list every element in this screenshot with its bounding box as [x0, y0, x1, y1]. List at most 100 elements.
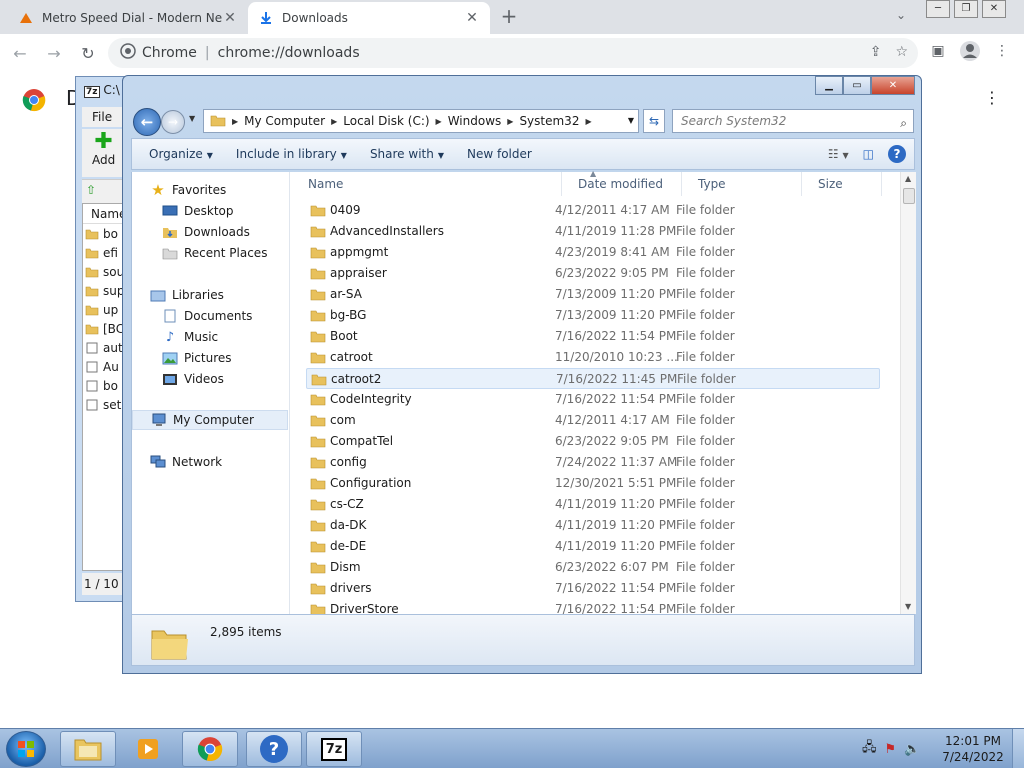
column-header-name[interactable]: Name	[292, 172, 562, 196]
file-date: 4/11/2019 11:28 PM	[555, 224, 677, 238]
back-arrow-icon[interactable]: ←	[133, 108, 161, 136]
address-row: ← → ▼ ▶ My Computer ▶ Local Disk (C:) ▶ …	[131, 106, 915, 136]
add-button[interactable]: ✚ Add	[92, 131, 115, 168]
file-row[interactable]: ar-SA 7/13/2009 11:20 PM File folder	[306, 284, 880, 305]
breadcrumb-windows[interactable]: Windows	[448, 114, 502, 128]
close-button[interactable]: ✕	[871, 76, 915, 95]
refresh-icon[interactable]: ⇆	[643, 109, 665, 133]
nav-favorites[interactable]: ★ Favorites	[150, 180, 226, 200]
show-desktop-button[interactable]	[1012, 729, 1024, 768]
breadcrumb-system32[interactable]: System32	[519, 114, 579, 128]
nav-videos[interactable]: Videos	[162, 369, 224, 389]
nav-documents[interactable]: Documents	[162, 306, 252, 326]
start-button[interactable]	[6, 731, 46, 767]
include-in-library-button[interactable]: Include in library ▼	[236, 147, 347, 161]
file-row[interactable]: AdvancedInstallers 4/11/2019 11:28 PM File…	[306, 221, 880, 242]
file-row[interactable]: Configuration 12/30/2021 5:51 PM File fold…	[306, 473, 880, 494]
tab-metro-speed-dial[interactable]: Metro Speed Dial - Modern New ✕	[8, 2, 248, 34]
search-icon[interactable]: ⌕	[900, 112, 907, 134]
close-icon[interactable]: ✕	[222, 10, 238, 26]
file-row[interactable]: Dism 6/23/2022 6:07 PM File folder	[306, 557, 880, 578]
file-row[interactable]: catroot 11/20/2010 10:23 ... File folder	[306, 347, 880, 368]
forward-arrow-icon[interactable]: →	[40, 39, 68, 67]
file-row[interactable]: Boot 7/16/2022 11:54 PM File folder	[306, 326, 880, 347]
taskbar-explorer-button[interactable]	[60, 731, 116, 767]
nav-pictures[interactable]: Pictures	[162, 348, 232, 368]
file-row[interactable]: da-DK 4/11/2019 11:20 PM File folder	[306, 515, 880, 536]
file-row[interactable]: CompatTel 6/23/2022 9:05 PM File folder	[306, 431, 880, 452]
restore-button[interactable]: ❐	[954, 0, 978, 18]
taskbar-7zip-button[interactable]: 7z	[306, 731, 362, 767]
share-icon[interactable]: ⇪	[870, 44, 882, 60]
folder-icon	[310, 267, 326, 280]
column-header-type[interactable]: Type	[682, 172, 802, 196]
scroll-thumb[interactable]	[903, 188, 915, 204]
profile-avatar[interactable]	[958, 39, 982, 63]
reload-icon[interactable]: ↻	[74, 39, 102, 67]
file-row[interactable]: bg-BG 7/13/2009 11:20 PM File folder	[306, 305, 880, 326]
address-bar[interactable]: Chrome | chrome://downloads ⇪ ☆	[108, 38, 918, 68]
close-icon[interactable]: ✕	[464, 10, 480, 26]
menu-dots-icon[interactable]: ⋮	[990, 39, 1014, 63]
organize-button[interactable]: Organize ▼	[149, 147, 213, 161]
taskbar-help-button[interactable]: ?	[246, 731, 302, 767]
file-row[interactable]: de-DE 4/11/2019 11:20 PM File folder	[306, 536, 880, 557]
file-row[interactable]: appmgmt 4/23/2019 8:41 AM File folder	[306, 242, 880, 263]
nav-downloads[interactable]: Downloads	[162, 222, 250, 242]
minimize-button[interactable]: ─	[926, 0, 950, 18]
file-row[interactable]: config 7/24/2022 11:37 AM File folder	[306, 452, 880, 473]
share-with-button[interactable]: Share with ▼	[370, 147, 444, 161]
network-status-icon[interactable]: 🖧	[862, 738, 877, 760]
bookmark-star-icon[interactable]: ☆	[895, 44, 908, 60]
file-icon	[86, 380, 98, 391]
column-header-size[interactable]: Size	[802, 172, 882, 196]
file-row[interactable]: CodeIntegrity 7/16/2022 11:54 PM File fold…	[306, 389, 880, 410]
taskbar-chrome-button[interactable]	[182, 731, 238, 767]
file-row[interactable]: com 4/12/2011 4:17 AM File folder	[306, 410, 880, 431]
forward-arrow-icon[interactable]: →	[161, 110, 185, 134]
tab-search-chevron-icon[interactable]: ⌄	[896, 8, 906, 22]
minimize-button[interactable]: ▁	[815, 76, 843, 95]
new-tab-button[interactable]: +	[498, 6, 520, 28]
close-button[interactable]: ✕	[982, 0, 1006, 18]
vertical-scrollbar[interactable]: ▲ ▼	[900, 172, 916, 614]
nav-my-computer[interactable]: My Computer	[132, 410, 288, 430]
breadcrumb-my-computer[interactable]: My Computer	[244, 114, 325, 128]
file-row[interactable]: 0409 4/12/2011 4:17 AM File folder	[306, 200, 880, 221]
preview-pane-icon[interactable]: ◫	[863, 147, 874, 161]
file-row[interactable]: catroot2 7/16/2022 11:45 PM File folder	[306, 368, 880, 389]
address-dropdown-icon[interactable]: ▼	[628, 116, 634, 125]
volume-icon[interactable]: 🔈	[904, 742, 920, 757]
side-panel-icon[interactable]: ▣	[926, 39, 950, 63]
scroll-down-arrow-icon[interactable]: ▼	[905, 602, 911, 611]
file-name: drivers	[330, 581, 372, 595]
nav-libraries[interactable]: Libraries	[150, 285, 224, 305]
nav-recent-places[interactable]: Recent Places	[162, 243, 267, 263]
tab-downloads[interactable]: Downloads ✕	[248, 2, 490, 34]
clock[interactable]: 12:01 PM 7/24/2022	[940, 733, 1006, 765]
file-row[interactable]: cs-CZ 4/11/2019 11:20 PM File folder	[306, 494, 880, 515]
file-row[interactable]: appraiser 6/23/2022 9:05 PM File folder	[306, 263, 880, 284]
nav-music[interactable]: ♪ Music	[162, 327, 218, 347]
back-arrow-icon[interactable]: ←	[6, 39, 34, 67]
search-input[interactable]: Search System32 ⌕	[672, 109, 914, 133]
scroll-up-arrow-icon[interactable]: ▲	[905, 174, 911, 183]
nav-network[interactable]: Network	[150, 452, 222, 472]
recent-pages-dropdown-icon[interactable]: ▼	[189, 114, 195, 123]
new-folder-button[interactable]: New folder	[467, 147, 532, 161]
tab-title: Downloads	[282, 11, 348, 25]
view-options-icon[interactable]: ☷ ▼	[828, 147, 849, 161]
action-center-flag-icon[interactable]: ⚑	[885, 742, 897, 757]
file-row[interactable]: drivers 7/16/2022 11:54 PM File folder	[306, 578, 880, 599]
column-header-date[interactable]: Date modified	[562, 172, 682, 196]
help-icon[interactable]: ?	[888, 145, 906, 163]
maximize-button[interactable]: ▭	[843, 76, 871, 95]
nav-desktop[interactable]: Desktop	[162, 201, 234, 221]
breadcrumb-local-disk[interactable]: Local Disk (C:)	[343, 114, 429, 128]
address-bar[interactable]: ▶ My Computer ▶ Local Disk (C:) ▶ Window…	[203, 109, 639, 133]
taskbar-media-player-button[interactable]	[122, 731, 174, 767]
file-type: File folder	[676, 308, 735, 322]
file-name: da-DK	[330, 518, 367, 532]
menu-dots-icon[interactable]: ⋮	[984, 88, 1000, 107]
folder-up-icon[interactable]: ⇧	[86, 183, 96, 197]
